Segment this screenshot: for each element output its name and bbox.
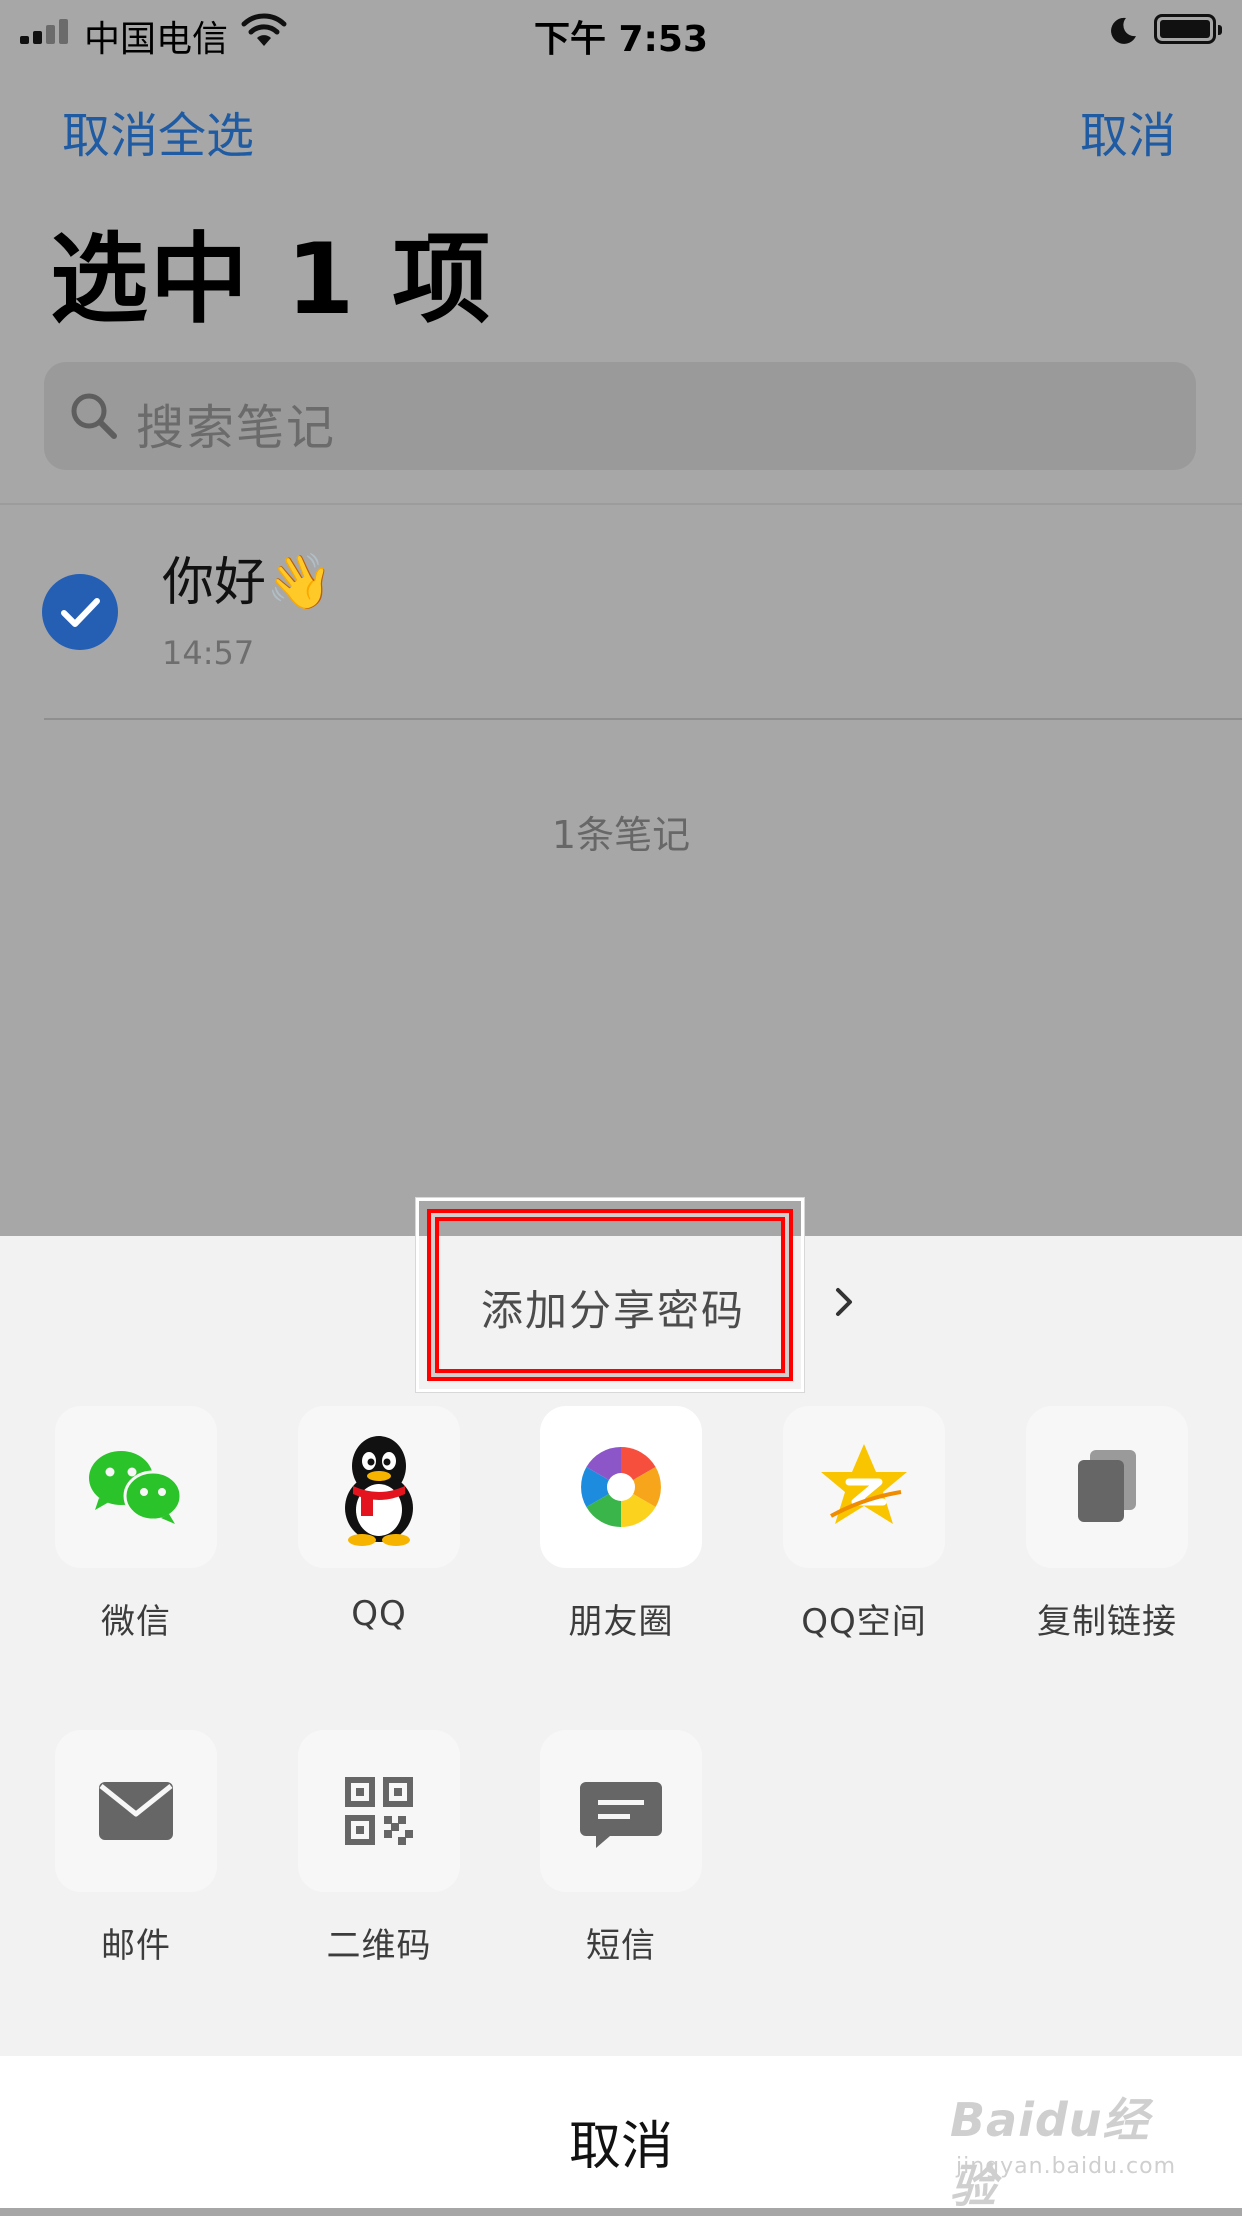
share-tile [540, 1730, 702, 1892]
share-tile [298, 1730, 460, 1892]
battery-icon [1154, 14, 1222, 44]
share-label: QQ [351, 1594, 407, 1634]
deselect-all-button[interactable]: 取消全选 [62, 96, 254, 166]
share-mail-button[interactable]: 邮件 [36, 1730, 236, 1967]
qq-penguin-icon [345, 1436, 413, 1546]
share-tile [1026, 1406, 1188, 1568]
wechat-icon [89, 1451, 183, 1524]
notes-app-background: 中国电信 下午 7:53 取消全选 取消 选中 1 项 搜索笔记 你好👋 14:… [0, 0, 1242, 1236]
share-sms-button[interactable]: 短信 [521, 1730, 721, 1967]
moments-icon [581, 1447, 661, 1527]
watermark-logo: Baidu经验 [950, 2093, 1150, 2213]
share-label: QQ空间 [801, 1602, 927, 1642]
status-time: 下午 7:53 [533, 19, 709, 60]
share-label: 朋友圈 [568, 1602, 674, 1642]
search-placeholder: 搜索笔记 [136, 400, 337, 456]
do-not-disturb-moon-icon [1111, 17, 1136, 44]
share-moments-button[interactable]: 朋友圈 [521, 1406, 721, 1643]
search-icon [71, 393, 117, 439]
share-tile [540, 1406, 702, 1568]
share-tile [783, 1406, 945, 1568]
share-label: 邮件 [101, 1926, 171, 1966]
copy-link-icon [1078, 1450, 1136, 1522]
share-label: 复制链接 [1037, 1602, 1177, 1642]
note-count: 1条笔记 [551, 813, 691, 857]
divider [44, 718, 1242, 720]
share-label: 短信 [586, 1926, 656, 1966]
divider [0, 503, 1242, 505]
watermark-url: jingyan.baidu.com [956, 2154, 1177, 2179]
copy-link-button[interactable]: 复制链接 [1007, 1406, 1207, 1643]
status-bar: 中国电信 下午 7:53 [0, 0, 1242, 62]
share-qzone-button[interactable]: QQ空间 [764, 1406, 964, 1643]
share-label: 微信 [101, 1602, 171, 1642]
add-share-password-label: 添加分享密码 [480, 1286, 745, 1335]
qzone-star-icon [821, 1444, 907, 1524]
waving-hand-emoji: 👋 [266, 550, 334, 613]
note-timestamp: 14:57 [162, 634, 255, 672]
search-input[interactable]: 搜索笔记 [44, 362, 1196, 470]
chevron-right-icon[interactable] [830, 1282, 858, 1322]
share-tile [55, 1406, 217, 1568]
note-title-text: 你好 [162, 553, 267, 613]
add-share-password-button[interactable]: 添加分享密码 [416, 1198, 804, 1392]
share-label: 二维码 [326, 1926, 432, 1966]
note-title: 你好👋 [162, 540, 333, 615]
share-wechat-button[interactable]: 微信 [36, 1406, 236, 1643]
share-tile [298, 1406, 460, 1568]
baidu-jingyan-watermark: Baidu经验 jingyan.baidu.com [950, 2070, 1186, 2213]
share-qq-button[interactable]: QQ [279, 1406, 479, 1634]
share-tile [55, 1730, 217, 1892]
cancel-selection-button[interactable]: 取消 [1080, 96, 1176, 166]
page-title: 选中 1 项 [50, 223, 493, 337]
share-qr-code-button[interactable]: 二维码 [279, 1730, 479, 1967]
qr-code-icon [345, 1777, 413, 1845]
mail-icon [99, 1782, 173, 1840]
sms-icon [580, 1782, 662, 1848]
selected-checkmark-icon[interactable] [42, 574, 118, 650]
